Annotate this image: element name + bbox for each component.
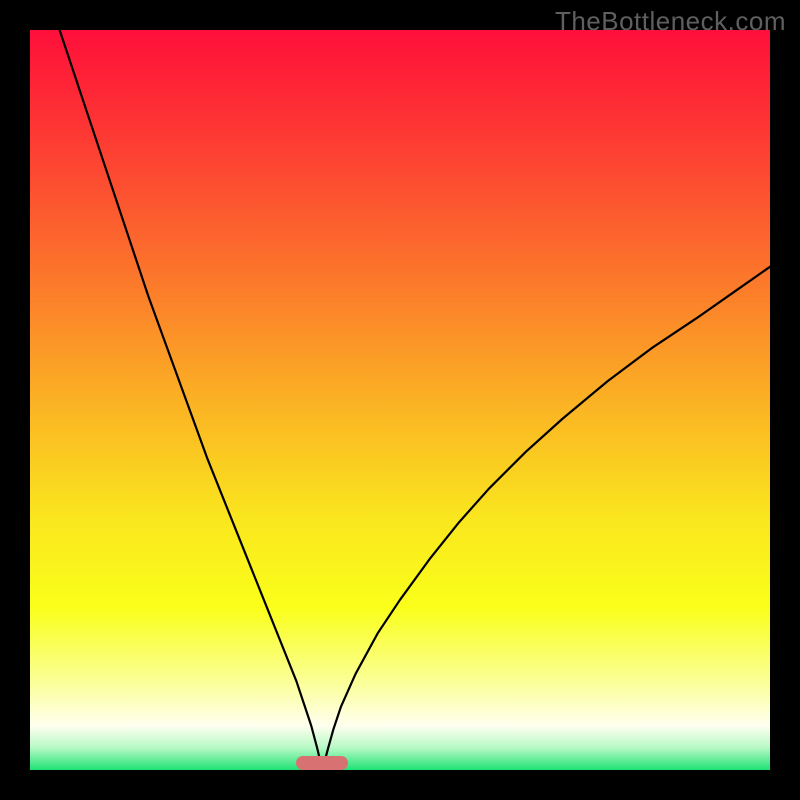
bottleneck-curve (30, 30, 770, 770)
chart-frame: TheBottleneck.com (0, 0, 800, 800)
watermark-text: TheBottleneck.com (555, 6, 786, 37)
curve-right_branch (322, 267, 770, 770)
optimal-range-marker (296, 756, 348, 770)
curve-left_branch (60, 30, 323, 770)
plot-area (30, 30, 770, 770)
